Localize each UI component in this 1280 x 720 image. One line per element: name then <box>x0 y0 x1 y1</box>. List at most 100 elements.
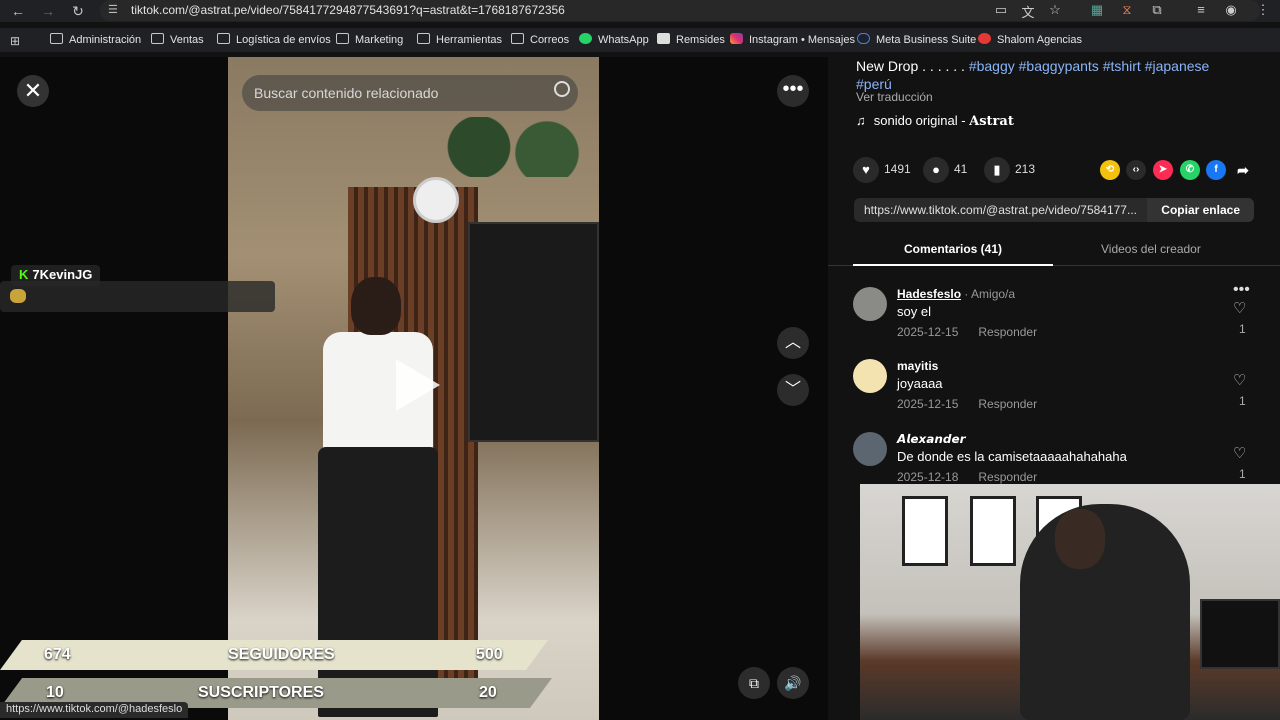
folder-icon <box>511 33 524 44</box>
back-icon[interactable]: ← <box>8 1 28 21</box>
comment-text: De donde es la camisetaaaaahahahaha <box>897 449 1127 464</box>
menu-icon[interactable]: ⋮ <box>1254 2 1272 18</box>
reading-list-icon[interactable]: ≡ <box>1192 2 1210 17</box>
comment-like-count: 1 <box>1239 394 1246 408</box>
webcam-monitor <box>1200 599 1280 669</box>
volume-button[interactable]: 🔊 <box>777 667 809 699</box>
sound-link[interactable]: ♫ sonido original - Astrat <box>856 113 1014 129</box>
comment-like-icon[interactable]: ♡ <box>1233 444 1246 462</box>
bookmark-folder[interactable]: Marketing <box>336 33 403 46</box>
site-info-icon[interactable]: ☰ <box>108 3 122 17</box>
comment-meta: 2025-12-15 Responder <box>897 397 1037 411</box>
facebook-share-icon[interactable]: f <box>1206 160 1226 180</box>
description-text: New Drop . . . . . . <box>856 58 969 74</box>
tab-comments[interactable]: Comentarios (41) <box>904 242 1002 256</box>
url-text[interactable]: tiktok.com/@astrat.pe/video/758417729487… <box>131 3 565 17</box>
comment-date: 2025-12-18 <box>897 470 959 484</box>
share-link-box[interactable]: https://www.tiktok.com/@astrat.pe/video/… <box>854 198 1254 222</box>
video-frame-clock <box>413 177 459 223</box>
send-icon[interactable]: ➤ <box>1153 160 1173 180</box>
folder-icon <box>417 33 430 44</box>
webcam-person <box>1020 504 1190 720</box>
forward-icon[interactable]: → <box>38 1 58 21</box>
comment-like-icon[interactable]: ♡ <box>1233 371 1246 389</box>
more-options-button[interactable]: ••• <box>777 75 809 107</box>
repost-icon[interactable]: ⟲ <box>1100 160 1120 180</box>
person-head <box>351 277 401 335</box>
play-icon[interactable] <box>396 359 440 411</box>
tab-bar: Comentarios (41) Videos del creador <box>828 234 1280 266</box>
search-icon[interactable] <box>554 81 570 97</box>
bookmark-folder[interactable]: Ventas <box>151 33 204 46</box>
close-button[interactable]: ✕ <box>17 75 49 107</box>
star-icon[interactable]: ☆ <box>1046 2 1064 18</box>
install-icon[interactable]: ▭ <box>992 2 1010 18</box>
heart-icon: ♥ <box>853 157 879 183</box>
save-button[interactable]: ▮ 213 <box>984 157 1035 183</box>
next-video-button[interactable]: ﹀ <box>777 374 809 406</box>
floating-player-button[interactable]: ⧉ <box>738 667 770 699</box>
status-bar-url: https://www.tiktok.com/@hadesfeslo <box>0 702 189 718</box>
comment-user[interactable]: Hadesfeslo · Amigo/a <box>897 287 1015 301</box>
followers-label: SEGUIDORES <box>228 646 335 663</box>
comment-meta: 2025-12-18 Responder <box>897 470 1037 484</box>
comment-user[interactable]: mayitis <box>897 359 938 373</box>
avatar[interactable] <box>853 359 887 393</box>
extension-icon[interactable]: ⧖ <box>1118 2 1136 18</box>
reload-icon[interactable]: ↻ <box>68 1 88 21</box>
comment-like-count: 1 <box>1239 322 1246 336</box>
followers-goal-bar: 674 SEGUIDORES 500 <box>0 640 548 670</box>
reply-button[interactable]: Responder <box>978 397 1037 411</box>
comment-meta: 2025-12-15 Responder <box>897 325 1037 339</box>
previous-video-button[interactable]: ︿ <box>777 327 809 359</box>
whatsapp-icon <box>579 33 592 44</box>
comment-like-icon[interactable]: ♡ <box>1233 299 1246 317</box>
video-player[interactable] <box>228 57 599 720</box>
bookmark-link[interactable]: Shalom Agencias <box>978 33 1082 46</box>
active-tab-indicator <box>853 264 1053 266</box>
comment-user[interactable]: 𝘼𝙡𝙚𝙭𝙖𝙣𝙙𝙚𝙧 <box>897 432 966 446</box>
bookmark-folder[interactable]: Logística de envíos <box>217 33 331 46</box>
comment-more-icon[interactable]: ••• <box>1233 281 1250 299</box>
copy-link-button[interactable]: Copiar enlace <box>1147 198 1254 222</box>
reply-button[interactable]: Responder <box>978 470 1037 484</box>
remsides-icon <box>657 33 670 44</box>
subs-current: 10 <box>46 684 64 701</box>
bookmark-link[interactable]: Remsides <box>657 33 725 46</box>
extensions-icon[interactable]: ⧉ <box>1148 2 1166 18</box>
translate-link[interactable]: Ver traducción <box>856 90 933 104</box>
embed-icon[interactable]: ‹› <box>1126 160 1146 180</box>
avatar[interactable] <box>853 287 887 321</box>
comment-username[interactable]: 𝘼𝙡𝙚𝙭𝙖𝙣𝙙𝙚𝙧 <box>897 432 966 446</box>
comment-date: 2025-12-15 <box>897 397 959 411</box>
video-area: Buscar contenido relacionado ✕ ••• ︿ ﹀ ⧉… <box>0 57 828 720</box>
translate-icon[interactable]: 文 <box>1019 2 1037 21</box>
bookmark-folder[interactable]: Administración <box>50 33 141 46</box>
profile-icon[interactable]: ◉ <box>1222 2 1240 18</box>
comment-button[interactable]: ● 41 <box>923 157 967 183</box>
meta-icon <box>857 33 870 44</box>
bookmark-link[interactable]: Meta Business Suite <box>857 33 976 46</box>
avatar[interactable] <box>853 432 887 466</box>
bookmark-folder[interactable]: Herramientas <box>417 33 502 46</box>
bookmark-icon: ▮ <box>984 157 1010 183</box>
whatsapp-share-icon[interactable]: ✆ <box>1180 160 1200 180</box>
tab-creator-videos[interactable]: Videos del creador <box>1101 242 1201 256</box>
like-count: 1491 <box>884 162 911 177</box>
hashtags[interactable]: #baggy #baggypants #tshirt #japanese <box>969 58 1210 74</box>
browser-toolbar: ← → ↻ ☰ tiktok.com/@astrat.pe/video/7584… <box>0 0 1280 22</box>
related-search-input[interactable]: Buscar contenido relacionado <box>242 75 578 111</box>
comment-username[interactable]: Hadesfeslo <box>897 287 961 301</box>
bookmark-link[interactable]: Instagram • Mensajes <box>730 33 855 46</box>
extension-icon[interactable]: ▦ <box>1088 2 1106 18</box>
share-arrow-icon[interactable]: ➦ <box>1233 160 1253 180</box>
friend-badge: · Amigo/a <box>961 287 1016 301</box>
followers-current: 674 <box>44 646 71 663</box>
reply-button[interactable]: Responder <box>978 325 1037 339</box>
comment-username[interactable]: mayitis <box>897 359 938 373</box>
like-button[interactable]: ♥ 1491 <box>853 157 911 183</box>
instagram-icon <box>730 33 743 44</box>
apps-icon[interactable]: ⊞ <box>10 34 22 48</box>
bookmark-link[interactable]: WhatsApp <box>579 33 649 46</box>
bookmark-folder[interactable]: Correos <box>511 33 569 46</box>
